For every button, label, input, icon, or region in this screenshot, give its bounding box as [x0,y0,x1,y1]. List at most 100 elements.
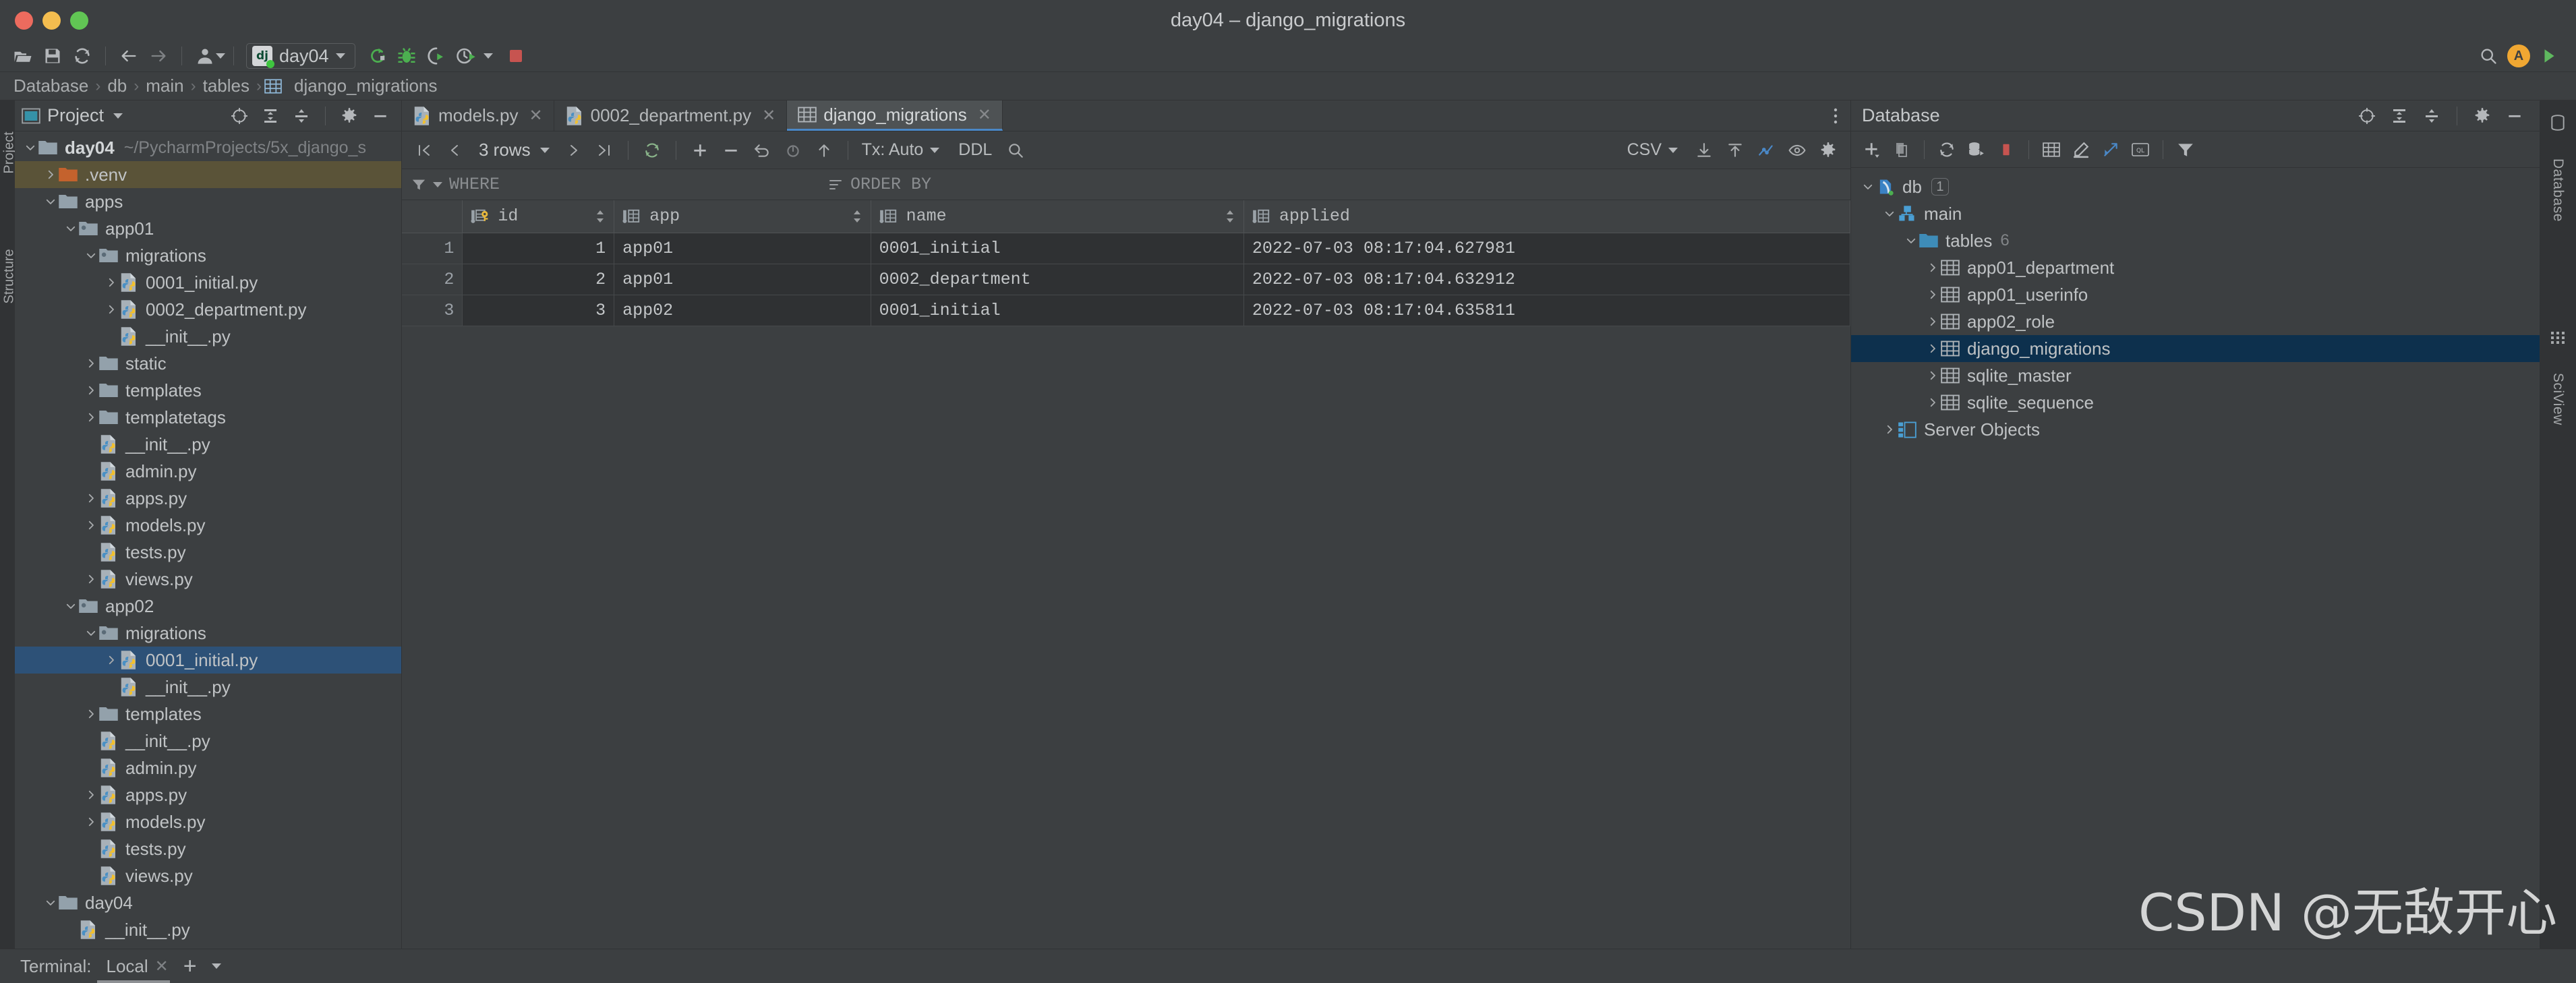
search-icon[interactable] [1001,136,1030,165]
project-tree-item-templates[interactable]: templates [15,701,401,727]
order-by-filter[interactable]: ORDER BY [827,175,931,194]
cell-id[interactable]: 1 [462,233,615,264]
cell-applied[interactable]: 2022-07-03 08:17:04.632912 [1243,264,1851,295]
editor-tab-django-migrations[interactable]: django_migrations ✕ [787,100,1003,131]
project-tree-item---init---py[interactable]: __init__.py [15,674,401,701]
project-tree-item---init---py[interactable]: __init__.py [15,727,401,754]
search-icon[interactable] [2473,42,2503,69]
project-tree-item-day04[interactable]: day04 [15,889,401,916]
db-tree-item-db[interactable]: db 1 [1851,173,2540,200]
chevron-down-icon[interactable] [1882,206,1897,221]
breadcrumb-item-database[interactable]: Database [9,76,92,96]
updates-icon[interactable] [2534,42,2564,69]
chevron-down-icon[interactable] [930,147,940,153]
collapse-all-icon[interactable] [2418,102,2446,130]
copy-icon[interactable] [1887,136,1916,164]
sync-data-icon[interactable] [1962,136,1991,164]
row-count-label[interactable]: 3 rows [472,140,537,160]
database-tree[interactable]: db 1 main tables 6 app01_department app01_user… [1851,168,2540,443]
chevron-right-icon[interactable] [84,814,98,829]
chevron-down-icon[interactable] [335,53,345,59]
chevron-right-icon[interactable] [84,518,98,533]
add-icon[interactable] [1858,136,1886,164]
chevron-right-icon[interactable] [1925,314,1940,329]
refresh-icon[interactable] [1933,136,1961,164]
rollback-icon[interactable] [779,136,807,165]
right-strip-label-sciview[interactable]: SciView [2550,373,2566,425]
cell-name[interactable]: 0002_department [871,264,1244,295]
sync-icon[interactable] [67,42,97,69]
locate-icon[interactable] [2353,102,2381,130]
transaction-mode-label[interactable]: Tx: Auto [858,140,928,160]
revert-icon[interactable] [748,136,776,165]
chevron-right-icon[interactable] [84,410,98,425]
project-tree-item-migrations[interactable]: migrations [15,620,401,647]
editor-tab-0002-department-py[interactable]: 0002_department.py ✕ [554,100,788,131]
plus-icon[interactable]: + [183,955,197,978]
save-icon[interactable] [38,42,67,69]
chevron-right-icon[interactable] [1925,368,1940,383]
filter-icon[interactable] [2171,136,2200,164]
first-page-icon[interactable] [410,136,438,165]
forward-arrow-icon[interactable] [144,42,173,69]
close-icon[interactable]: ✕ [762,106,775,125]
breadcrumb-item-db[interactable]: db [103,76,131,96]
back-arrow-icon[interactable] [114,42,144,69]
where-filter[interactable]: WHERE [411,175,500,194]
coverage-icon[interactable] [421,42,451,69]
cell-app[interactable]: app02 [614,295,871,326]
user-dropdown-icon[interactable] [216,53,225,59]
db-tree-item-main[interactable]: main [1851,200,2540,227]
gear-icon[interactable] [335,102,363,130]
cell-name[interactable]: 0001_initial [871,233,1244,264]
column-header-applied[interactable]: applied [1243,200,1851,233]
project-tree-item-models-py[interactable]: models.py [15,512,401,539]
project-tree-item-0001-initial-py[interactable]: 0001_initial.py [15,269,401,296]
chevron-right-icon[interactable] [43,167,58,182]
expand-all-icon[interactable] [256,102,285,130]
project-tree-item-apps-py[interactable]: apps.py [15,781,401,808]
cell-name[interactable]: 0001_initial [871,295,1244,326]
right-strip-label-database[interactable]: Database [2550,158,2566,222]
project-tree-item-tests-py[interactable]: tests.py [15,835,401,862]
chevron-down-icon[interactable] [23,140,38,155]
project-tree-item-templatetags[interactable]: templatetags [15,404,401,431]
project-view-dropdown-icon[interactable] [113,113,123,119]
chevron-down-icon[interactable] [1904,233,1919,248]
stop-icon[interactable] [1992,136,2020,164]
chevron-down-icon[interactable] [433,181,442,187]
close-icon[interactable]: ✕ [529,106,543,125]
chevron-down-icon[interactable] [84,626,98,641]
chevron-down-icon[interactable] [84,248,98,263]
cell-applied[interactable]: 2022-07-03 08:17:04.627981 [1243,233,1851,264]
debug-icon[interactable] [392,42,421,69]
eye-icon[interactable] [1783,136,1811,165]
project-tree-item-models-py[interactable]: models.py [15,808,401,835]
chevron-down-icon[interactable] [43,895,58,910]
import-icon[interactable] [1721,136,1749,165]
minimize-icon[interactable] [366,102,394,130]
expand-all-icon[interactable] [2385,102,2413,130]
more-options-icon[interactable] [1821,100,1850,131]
last-page-icon[interactable] [590,136,618,165]
project-tree-item-app02[interactable]: app02 [15,593,401,620]
chevron-down-icon[interactable] [43,194,58,209]
prev-page-icon[interactable] [441,136,469,165]
profile-dropdown-icon[interactable] [483,53,493,59]
chevron-right-icon[interactable] [1882,422,1897,437]
chevron-right-icon[interactable] [104,302,119,317]
project-tree-item-tests-py[interactable]: tests.py [15,539,401,566]
cell-applied[interactable]: 2022-07-03 08:17:04.635811 [1243,295,1851,326]
run-icon[interactable] [362,42,392,69]
cell-id[interactable]: 3 [462,295,615,326]
project-tree-item-static[interactable]: static [15,350,401,377]
project-tree[interactable]: day04 ~/PycharmProjects/5x_django_s .venv a… [15,131,401,943]
project-tree-item-migrations[interactable]: migrations [15,242,401,269]
project-tree-item--venv[interactable]: .venv [15,161,401,188]
db-tree-item-app02-role[interactable]: app02_role [1851,308,2540,335]
project-tree-item-app01[interactable]: app01 [15,215,401,242]
profile-icon[interactable] [451,42,481,69]
project-tree-item-0002-department-py[interactable]: 0002_department.py [15,296,401,323]
gear-icon[interactable] [1814,136,1842,165]
export-icon[interactable] [1690,136,1718,165]
